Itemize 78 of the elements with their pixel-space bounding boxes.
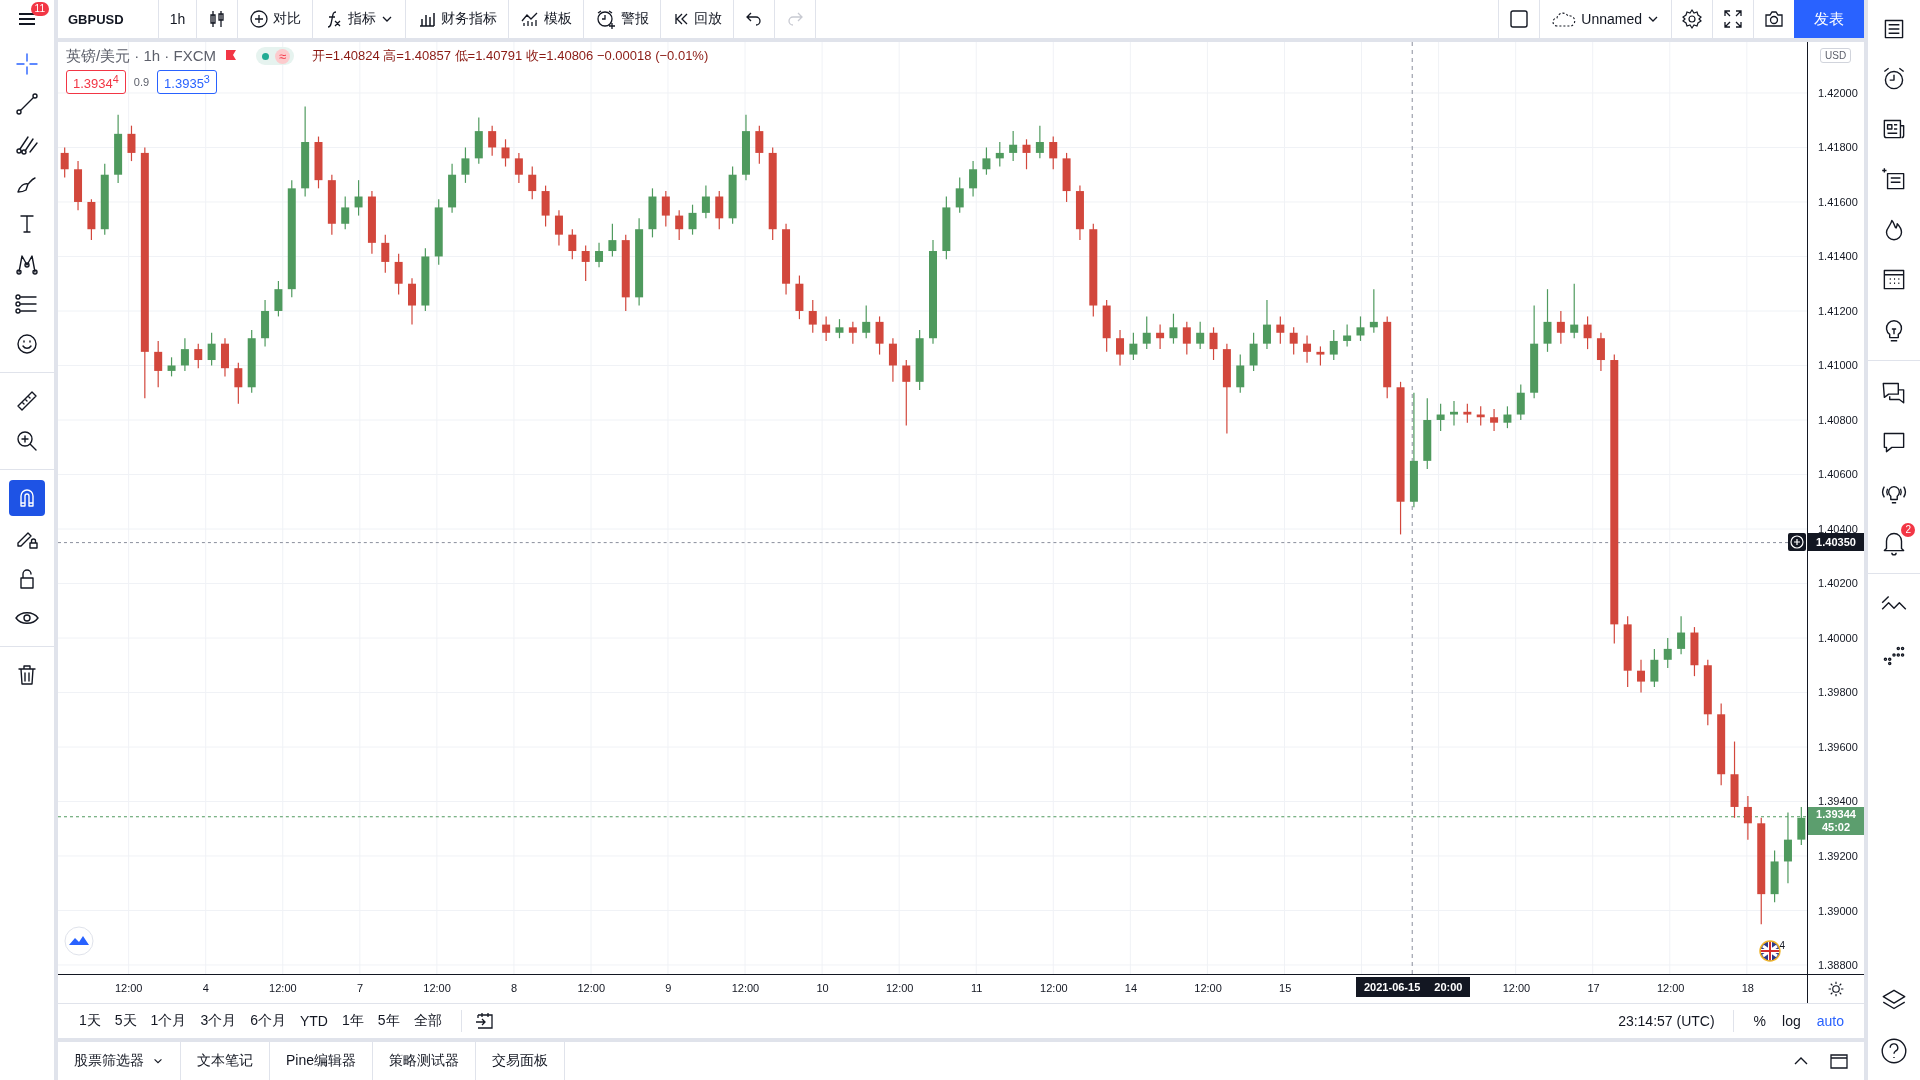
time-label: 11 xyxy=(971,982,983,994)
symbol-button[interactable]: GBPUSD xyxy=(58,0,159,38)
price-label: 1.39200 xyxy=(1818,849,1858,864)
notification-badge: 2 xyxy=(1901,523,1915,537)
bar-countdown: 45:02 xyxy=(1821,821,1851,834)
panel-tab[interactable]: 交易面板 xyxy=(476,1042,566,1080)
panel-tab[interactable]: 股票筛选器 xyxy=(58,1042,181,1080)
price-label: 1.40200 xyxy=(1818,576,1858,592)
event-count: 4 xyxy=(1779,940,1785,951)
time-label: 10 xyxy=(816,982,829,994)
range-button[interactable]: 5天 xyxy=(107,1012,144,1030)
price-label: 1.41800 xyxy=(1818,140,1858,156)
range-button[interactable]: 1年 xyxy=(335,1012,371,1030)
time-label: 12:00 xyxy=(1194,982,1222,994)
scale-toggle[interactable]: auto xyxy=(1808,1013,1852,1029)
replay-button[interactable]: 回放 xyxy=(661,0,735,38)
symbol-title: 英镑/美元 · 1h · FXCM xyxy=(66,46,216,66)
currency-label[interactable]: USD xyxy=(1820,48,1852,63)
time-label: 12:00 xyxy=(1502,982,1531,994)
panel-tab[interactable]: Pine编辑器 xyxy=(270,1042,374,1080)
price-label: 1.42000 xyxy=(1818,85,1858,101)
price-label: 1.40600 xyxy=(1818,467,1858,483)
alert-button[interactable]: 警报 xyxy=(584,0,662,38)
price-label: 1.41000 xyxy=(1818,358,1858,374)
crosshair-date: 2021-06-15 xyxy=(1364,981,1421,993)
price-label: 1.40800 xyxy=(1818,412,1858,428)
price-label: 1.41400 xyxy=(1818,249,1858,265)
time-label: 12:00 xyxy=(885,982,914,994)
range-button[interactable]: 6个月 xyxy=(243,1012,293,1030)
price-label: 1.39000 xyxy=(1818,903,1858,919)
crosshair-time: 20:00 xyxy=(1434,981,1463,993)
notification-badge: 11 xyxy=(30,2,49,16)
crosshair-price-label: 1.40350 xyxy=(1808,533,1864,551)
time-label: 17 xyxy=(1587,982,1600,994)
time-label: 12:00 xyxy=(114,982,143,994)
panel-tab[interactable]: 策略测试器 xyxy=(373,1042,477,1080)
spread-value: 0.9 xyxy=(133,76,150,89)
price-label: 1.41600 xyxy=(1818,194,1858,210)
time-label: 12:00 xyxy=(423,982,451,994)
price-label: 1.39400 xyxy=(1818,794,1858,810)
range-button[interactable]: 1个月 xyxy=(143,1012,194,1030)
time-label: 12:00 xyxy=(269,982,297,994)
price-label: 1.41200 xyxy=(1818,303,1858,319)
layout-button[interactable]: Unnamed xyxy=(1539,0,1671,38)
scale-toggle[interactable]: log xyxy=(1774,1013,1809,1029)
range-button[interactable]: 1天 xyxy=(72,1012,108,1030)
templates-button[interactable]: 模板 xyxy=(509,0,585,38)
panel-tab[interactable]: 文本笔记 xyxy=(181,1042,270,1080)
price-label: 1.38800 xyxy=(1818,958,1858,973)
compare-button[interactable]: 对比 xyxy=(238,0,314,38)
time-label: 15 xyxy=(1279,982,1292,994)
time-label: 9 xyxy=(665,982,672,994)
scale-toggle[interactable]: % xyxy=(1745,1013,1775,1029)
interval-button[interactable]: 1h xyxy=(158,0,198,38)
indicators-button[interactable]: 指标 xyxy=(313,0,407,38)
time-label: 12:00 xyxy=(731,982,760,994)
range-button[interactable]: 5年 xyxy=(370,1012,407,1030)
sell-price[interactable]: 1.3934$^{4}$ xyxy=(66,70,126,95)
last-price: 1.39344 xyxy=(1816,808,1856,821)
financials-button[interactable]: 财务指标 xyxy=(406,0,510,38)
time-label: 12:00 xyxy=(577,982,606,994)
price-label: 1.39600 xyxy=(1818,740,1858,755)
range-button[interactable]: 3个月 xyxy=(193,1012,244,1030)
range-button[interactable]: YTD xyxy=(293,1013,335,1029)
time-label: 18 xyxy=(1741,982,1754,994)
ohlc-values: 开=1.40824 高=1.40857 低=1.40791 收=1.40806 −0.00018 (−0.01%) xyxy=(312,47,709,65)
publish-button[interactable]: 发表 xyxy=(1794,0,1864,38)
range-button[interactable]: 全部 xyxy=(406,1012,449,1030)
buy-price[interactable]: 1.3935$^{3}$ xyxy=(157,70,217,95)
time-label: 4 xyxy=(202,982,209,994)
time-label: 7 xyxy=(356,982,364,994)
time-label: 12:00 xyxy=(1656,982,1685,994)
price-label: 1.39800 xyxy=(1818,685,1858,701)
time-label: 8 xyxy=(511,982,518,994)
time-label: 12:00 xyxy=(1040,982,1068,994)
time-label: 14 xyxy=(1124,982,1138,994)
price-label: 1.40000 xyxy=(1818,631,1858,646)
clock-time[interactable]: 23:14:57 (UTC) xyxy=(1612,1013,1721,1029)
